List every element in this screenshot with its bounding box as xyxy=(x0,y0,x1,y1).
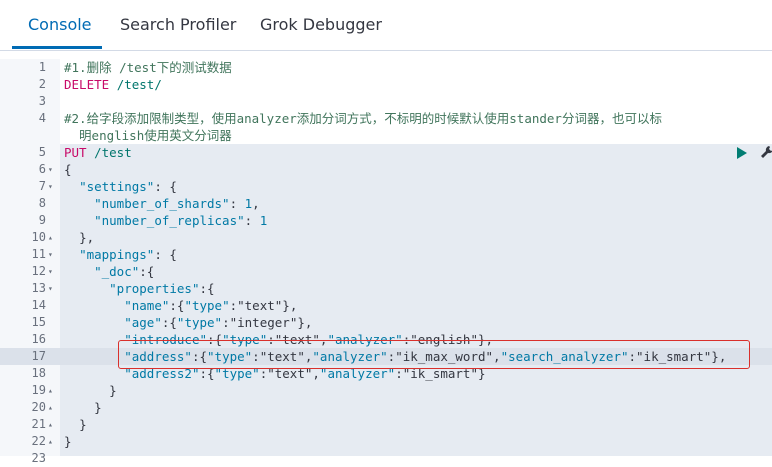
fold-toggle-icon[interactable]: ▴ xyxy=(48,382,58,399)
code-line[interactable]: 20 ▴ } xyxy=(0,399,772,416)
code-text: "settings": { xyxy=(79,179,177,194)
tab-grok-debugger[interactable]: Grok Debugger xyxy=(260,15,382,34)
code-text: "_doc":{ xyxy=(94,264,155,279)
line-number: 19 xyxy=(31,383,46,397)
code-text: } xyxy=(79,417,87,432)
line-number: 10 xyxy=(31,230,46,244)
fold-toggle-icon[interactable]: ▾ xyxy=(48,161,58,178)
line-number: 22 xyxy=(31,434,46,448)
code-text: DELETE /test/ xyxy=(64,77,162,92)
code-line[interactable]: 22 ▴} xyxy=(0,433,772,450)
fold-toggle-icon[interactable]: ▾ xyxy=(48,178,58,195)
line-number: 7 xyxy=(38,179,46,193)
code-line[interactable]: 23 xyxy=(0,450,772,467)
line-number: 16 xyxy=(31,332,46,346)
code-line[interactable]: 11 ▾ "mappings": { xyxy=(0,246,772,263)
line-number: 9 xyxy=(38,213,46,227)
code-text: "mappings": { xyxy=(79,247,177,262)
code-line[interactable]: 2 DELETE /test/ xyxy=(0,76,772,93)
code-line[interactable]: 15 "age":{"type":"integer"}, xyxy=(0,314,772,331)
code-line[interactable]: 12 ▾ "_doc":{ xyxy=(0,263,772,280)
line-number: 1 xyxy=(38,60,46,74)
line-number: 20 xyxy=(31,400,46,414)
code-text: #1.删除 /test下的测试数据 xyxy=(64,60,232,75)
code-text: 明english使用英文分词器 xyxy=(64,128,232,143)
code-text: "age":{"type":"integer"}, xyxy=(124,315,313,330)
code-text: } xyxy=(109,383,117,398)
code-line[interactable]: 6 ▾ { xyxy=(0,161,772,178)
fold-toggle-icon[interactable]: ▾ xyxy=(48,246,58,263)
fold-toggle-icon[interactable]: ▾ xyxy=(48,263,58,280)
code-line[interactable]: 1 #1.删除 /test下的测试数据 xyxy=(0,59,772,76)
fold-toggle-icon[interactable]: ▾ xyxy=(48,280,58,297)
code-text: PUT /test xyxy=(64,145,132,160)
code-text: } xyxy=(64,434,72,449)
line-number: 21 xyxy=(31,417,46,431)
code-line[interactable]: 明english使用英文分词器 xyxy=(0,127,772,144)
fold-toggle-icon[interactable]: ▴ xyxy=(48,433,58,450)
fold-toggle-icon[interactable]: ▴ xyxy=(48,229,58,246)
annotation-highlight-box xyxy=(118,340,750,369)
line-number: 6 xyxy=(38,162,46,176)
code-line[interactable]: 3 xyxy=(0,93,772,110)
line-number: 5 xyxy=(38,145,46,159)
line-number: 12 xyxy=(31,264,46,278)
code-text: #2.给字段添加限制类型，使用analyzer添加分词方式，不标明的时候默认使用… xyxy=(64,111,662,126)
line-number: 14 xyxy=(31,298,46,312)
code-line[interactable]: 19 ▴ } xyxy=(0,382,772,399)
active-tab-indicator xyxy=(12,46,102,49)
tab-bar: Console Search Profiler Grok Debugger xyxy=(0,0,772,51)
code-line[interactable]: 10 ▴ }, xyxy=(0,229,772,246)
code-text: }, xyxy=(79,230,95,245)
wrench-icon[interactable] xyxy=(760,145,772,161)
code-line[interactable]: 5 PUT /test xyxy=(0,144,772,161)
code-line[interactable]: 21 ▴ } xyxy=(0,416,772,433)
code-line[interactable]: 9 "number_of_replicas": 1 xyxy=(0,212,772,229)
line-number: 11 xyxy=(31,247,46,261)
tab-search-profiler[interactable]: Search Profiler xyxy=(120,15,236,34)
line-number: 18 xyxy=(31,366,46,380)
fold-toggle-icon[interactable]: ▴ xyxy=(48,416,58,433)
line-number: 4 xyxy=(38,111,46,125)
code-line[interactable]: 8 "number_of_shards": 1, xyxy=(0,195,772,212)
line-number: 15 xyxy=(31,315,46,329)
code-line[interactable]: 13 ▾ "properties":{ xyxy=(0,280,772,297)
play-icon[interactable] xyxy=(737,147,747,159)
line-number: 23 xyxy=(31,451,46,465)
line-number: 3 xyxy=(38,94,46,108)
line-number: 8 xyxy=(38,196,46,210)
code-text: "number_of_replicas": 1 xyxy=(94,213,268,228)
code-text: "properties":{ xyxy=(109,281,215,296)
code-line[interactable]: 14 "name":{"type":"text"}, xyxy=(0,297,772,314)
line-number: 13 xyxy=(31,281,46,295)
tab-console[interactable]: Console xyxy=(28,15,92,34)
code-line[interactable]: 7 ▾ "settings": { xyxy=(0,178,772,195)
code-text: "name":{"type":"text"}, xyxy=(124,298,298,313)
code-line[interactable]: 4 #2.给字段添加限制类型，使用analyzer添加分词方式，不标明的时候默认使… xyxy=(0,110,772,127)
code-text: "number_of_shards": 1, xyxy=(94,196,260,211)
code-editor[interactable]: 1 #1.删除 /test下的测试数据 2 DELETE /test/3 4 #2.给字段… xyxy=(0,59,772,465)
code-text: } xyxy=(94,400,102,415)
code-text: { xyxy=(64,162,72,177)
fold-toggle-icon[interactable]: ▴ xyxy=(48,399,58,416)
line-number: 2 xyxy=(38,77,46,91)
line-number: 17 xyxy=(31,349,46,363)
